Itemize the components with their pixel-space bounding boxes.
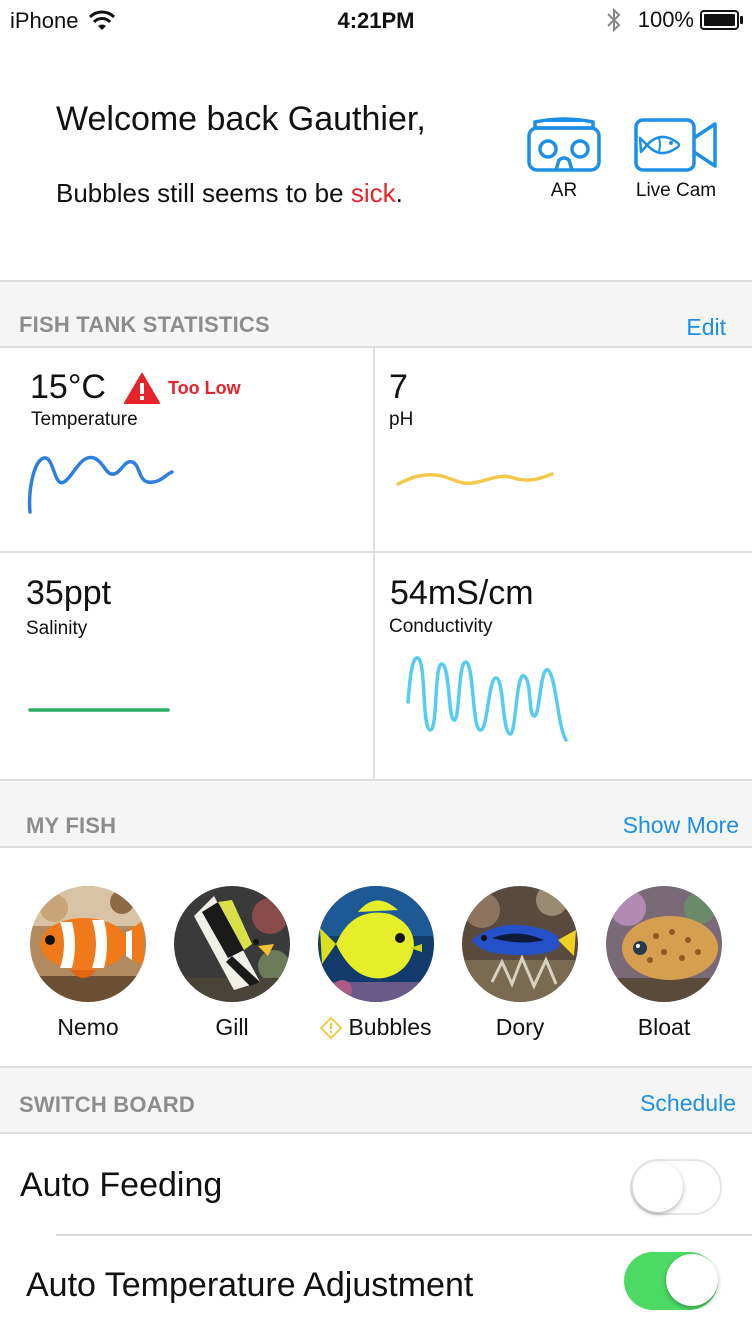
auto-temperature-row: Auto Temperature Adjustment	[0, 1236, 752, 1334]
fish-item-gill[interactable]: Gill	[167, 886, 297, 1041]
live-cam-button[interactable]: Live Cam	[628, 116, 724, 202]
live-cam-label: Live Cam	[635, 180, 717, 201]
warning-diamond-icon	[320, 1016, 343, 1039]
edit-button[interactable]: Edit	[686, 314, 726, 341]
fish-item-nemo[interactable]: Nemo	[23, 886, 153, 1041]
schedule-button[interactable]: Schedule	[640, 1090, 736, 1117]
status-right: 100%	[606, 7, 744, 33]
welcome-heading: Welcome back Gauthier,	[56, 100, 426, 138]
warning-triangle-icon	[124, 373, 160, 404]
switch-board-section-header: SWITCH BOARD Schedule	[0, 1068, 752, 1132]
fish-name: Dory	[455, 1014, 585, 1041]
fish-name: Nemo	[23, 1014, 153, 1041]
stats-row-divider	[0, 551, 752, 553]
ar-button[interactable]: AR	[522, 116, 606, 202]
yellow-tang-image	[318, 886, 434, 1002]
auto-feeding-toggle[interactable]	[630, 1159, 722, 1215]
divider	[0, 846, 752, 848]
switch-board-section-title: SWITCH BOARD	[19, 1092, 195, 1117]
conductivity-label: Conductivity	[389, 616, 493, 637]
fish-health-status: sick	[350, 178, 396, 208]
fish-avatar	[30, 886, 146, 1002]
fish-health-message: Bubbles still seems to be sick.	[56, 178, 403, 209]
auto-temperature-label: Auto Temperature Adjustment	[26, 1266, 474, 1304]
conductivity-graph	[406, 656, 568, 742]
toggle-knob	[633, 1162, 683, 1212]
fish-item-bubbles[interactable]: Bubbles	[311, 886, 441, 1041]
fish-avatar	[606, 886, 722, 1002]
temperature-graph	[27, 455, 174, 514]
fish-name: Bubbles	[311, 1014, 441, 1041]
bluetooth-icon	[607, 7, 621, 33]
fish-name: Bloat	[599, 1014, 729, 1041]
fish-item-dory[interactable]: Dory	[455, 886, 585, 1041]
ph-label: pH	[389, 409, 414, 430]
fish-name: Gill	[167, 1014, 297, 1041]
show-more-button[interactable]: Show More	[623, 812, 739, 839]
fish-name-text: Nemo	[57, 1014, 119, 1040]
ph-value: 7	[389, 368, 408, 406]
camera-fish-icon	[634, 118, 717, 172]
temperature-alert-text: Too Low	[168, 377, 241, 398]
fish-name-text: Dory	[495, 1014, 545, 1040]
fish-health-message-suffix: .	[395, 178, 403, 208]
my-fish-section-header: MY FISH Show More	[0, 781, 752, 847]
stats-section-header: FISH TANK STATISTICS Edit	[0, 282, 752, 348]
fish-avatar	[318, 886, 434, 1002]
fish-avatar	[174, 886, 290, 1002]
auto-feeding-row: Auto Feeding	[0, 1134, 752, 1234]
salinity-value: 35ppt	[26, 574, 112, 612]
temperature-label: Temperature	[31, 409, 138, 430]
stats-section-title: FISH TANK STATISTICS	[19, 312, 270, 337]
auto-temperature-toggle[interactable]	[624, 1252, 718, 1310]
conductivity-value: 54mS/cm	[390, 574, 534, 612]
battery-percentage: 100%	[637, 7, 694, 32]
blue-tang-image	[462, 886, 578, 1002]
ar-label: AR	[550, 180, 578, 201]
fish-name-text: Bloat	[637, 1014, 691, 1040]
divider	[0, 346, 752, 348]
fish-avatar	[462, 886, 578, 1002]
fish-item-bloat[interactable]: Bloat	[599, 886, 729, 1041]
stats-column-divider	[373, 348, 375, 780]
ph-graph	[396, 472, 554, 486]
pufferfish-image	[606, 886, 722, 1002]
vr-headset-icon	[527, 117, 601, 172]
battery-icon	[700, 10, 743, 30]
moorish-idol-image	[174, 886, 290, 1002]
temperature-value: 15°C	[30, 368, 106, 406]
fish-health-message-prefix: Bubbles still seems to be	[56, 178, 351, 208]
temperature-alert: Too Low	[124, 372, 241, 404]
status-bar: iPhone 4:21PM 100%	[0, 0, 752, 40]
fish-name-text: Bubbles	[348, 1014, 432, 1040]
my-fish-section-title: MY FISH	[26, 813, 117, 838]
clownfish-image	[30, 886, 146, 1002]
toggle-knob	[666, 1254, 718, 1306]
auto-feeding-label: Auto Feeding	[20, 1166, 223, 1204]
salinity-graph	[28, 708, 170, 712]
salinity-label: Salinity	[26, 618, 88, 639]
fish-name-text: Gill	[215, 1014, 249, 1040]
